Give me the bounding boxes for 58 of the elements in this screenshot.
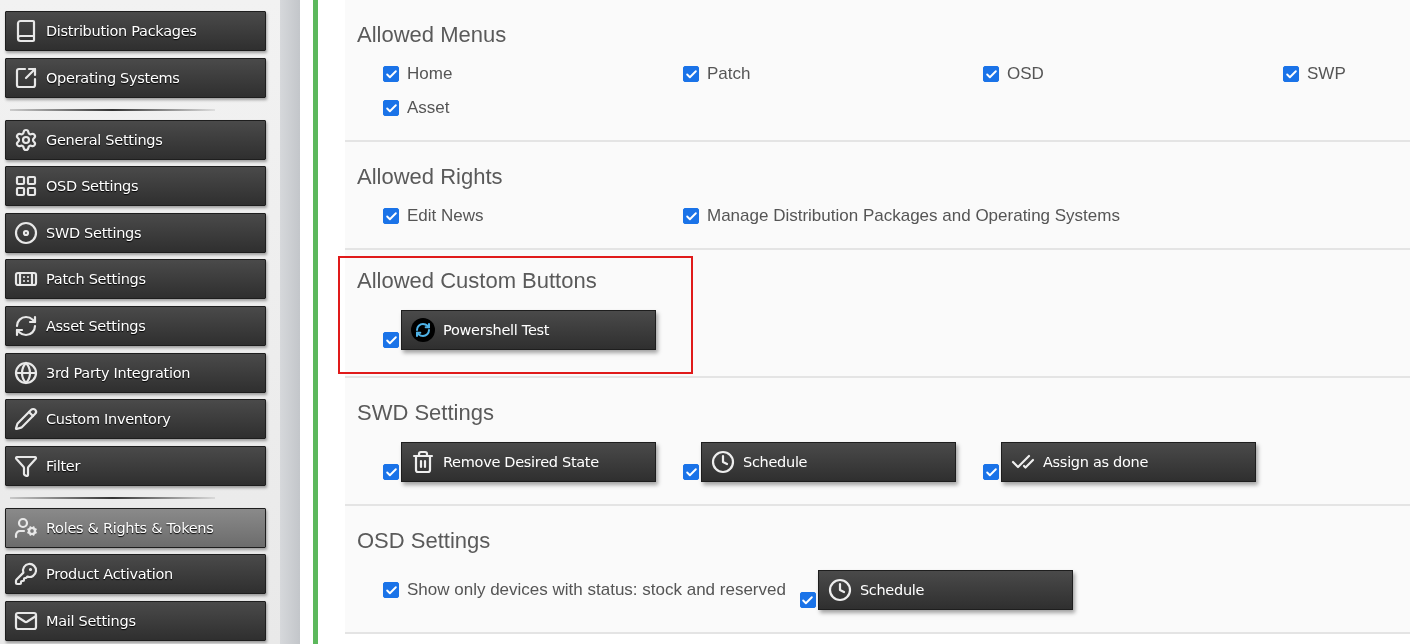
section-heading: SWD Settings [357, 400, 495, 426]
disc-icon [14, 220, 38, 245]
clock-icon [827, 578, 852, 602]
checkbox[interactable] [983, 464, 999, 480]
sidebar-button[interactable]: Filter [5, 445, 266, 486]
sidebar-button[interactable]: Asset Settings [5, 305, 266, 346]
checkbox[interactable] [983, 66, 999, 82]
action-button[interactable]: Schedule [817, 570, 1073, 610]
checkbox[interactable] [683, 464, 699, 480]
checkbox[interactable] [683, 208, 699, 224]
checkbox[interactable] [383, 208, 399, 224]
action-button[interactable]: Schedule [701, 442, 956, 482]
section-heading: OSD Settings [357, 528, 492, 554]
checkbox[interactable] [383, 464, 399, 480]
sidebar-button[interactable]: Patch Settings [5, 259, 266, 300]
checkbox[interactable] [1283, 66, 1299, 82]
sidebar-button[interactable]: Distribution Packages [5, 11, 266, 51]
sidebar-button[interactable]: Roles & Rights & Tokens [5, 507, 266, 548]
action-button[interactable]: Remove Desired State [401, 442, 656, 482]
settings-icon [14, 127, 38, 152]
section-heading: Allowed Custom Buttons [357, 268, 598, 294]
sidebar-button[interactable]: SWD Settings [5, 212, 266, 253]
sidebar-button[interactable]: Custom Inventory [5, 399, 266, 440]
sidebar-button[interactable]: 3rd Party Integration [5, 352, 266, 393]
book-icon [14, 19, 38, 43]
section-heading: Allowed Rights [357, 164, 504, 190]
option-label: Show only devices with status: stock and reserved [407, 580, 786, 600]
key-icon [14, 562, 38, 587]
checkbox[interactable] [383, 100, 399, 116]
option-label: Home [407, 64, 453, 84]
sidebar-button[interactable]: General Settings [5, 119, 266, 160]
external-link-icon [14, 65, 38, 90]
sidebar-button[interactable]: Mail Settings [5, 600, 266, 641]
action-button[interactable]: Powershell Test [401, 310, 656, 350]
option-label: SWP [1307, 64, 1346, 84]
sidebar-button[interactable]: OSD Settings [5, 166, 266, 207]
action-button[interactable]: Assign as done [1001, 442, 1256, 482]
refresh-icon [14, 313, 38, 338]
clock-icon [711, 450, 735, 474]
option-label: Patch [707, 64, 751, 84]
sidebar-button[interactable]: Product Activation [5, 554, 266, 595]
pencil-icon [14, 407, 38, 432]
checkbox[interactable] [383, 332, 399, 348]
filter-icon [14, 453, 38, 478]
checkbox[interactable] [799, 592, 816, 608]
trash-icon [411, 450, 435, 474]
checkbox[interactable] [383, 582, 399, 598]
option-label: Manage Distribution Packages and Operating Systems [707, 206, 1120, 226]
refresh-icon [411, 318, 435, 342]
option-label: Asset [407, 98, 450, 118]
globe-icon [14, 360, 38, 385]
checkbox[interactable] [683, 66, 699, 82]
checkbox[interactable] [383, 66, 399, 82]
option-label: OSD [1007, 64, 1044, 84]
option-label: Edit News [407, 206, 484, 226]
user-gear-icon [14, 515, 38, 540]
section-heading: Allowed Menus [357, 22, 508, 48]
sidebar-button[interactable]: Operating Systems [5, 57, 266, 98]
